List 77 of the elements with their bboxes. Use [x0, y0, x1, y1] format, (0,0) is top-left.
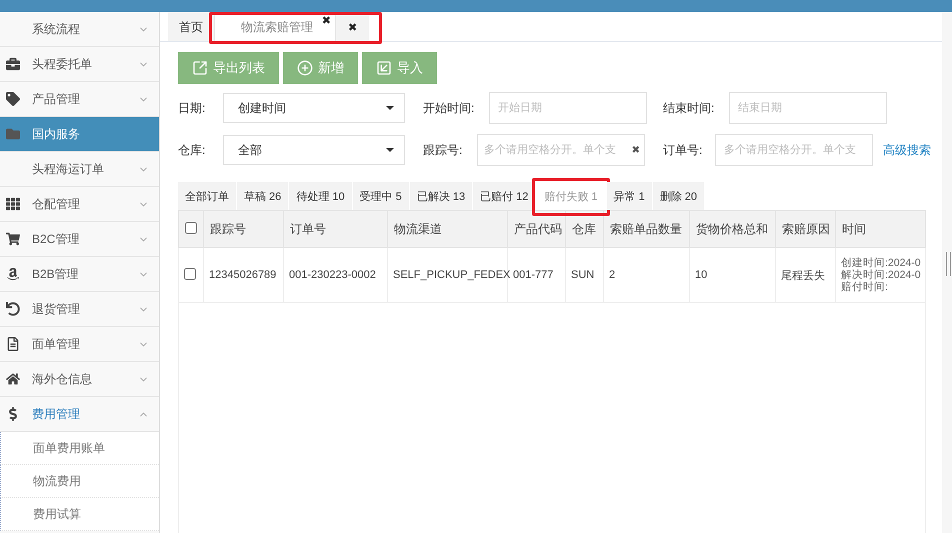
- tracking-field[interactable]: 多个请用空格分开。单个支 ✖: [477, 134, 645, 166]
- row-checkbox[interactable]: [184, 268, 196, 280]
- plus-circle-icon: [297, 60, 313, 76]
- sidebar-label: 头程海运订单: [32, 160, 105, 178]
- field-label: 仓库:: [178, 142, 206, 158]
- date-select[interactable]: 创建时间: [223, 93, 405, 123]
- time-line: 创建时间:2024-0: [841, 257, 920, 269]
- table-cell: 尾程丢失: [776, 248, 836, 302]
- header-cell: 产品代码: [508, 210, 566, 248]
- caret-icon: [386, 148, 394, 152]
- page-tab[interactable]: 物流索赔管理 ✖: [214, 12, 336, 41]
- field-label: 跟踪号:: [423, 142, 464, 158]
- tag-icon: [6, 92, 20, 106]
- status-tab[interactable]: 异常 1: [606, 182, 652, 210]
- sidebar-label: 系统流程: [32, 20, 81, 38]
- close-icon[interactable]: ✖: [322, 14, 331, 27]
- sidebar-label: 头程委托单: [32, 56, 93, 72]
- field-label: 日期:: [178, 100, 206, 116]
- sidebar-label: 面单管理: [32, 336, 81, 352]
- start-date-field[interactable]: 开始日期: [489, 92, 647, 124]
- page-tab[interactable]: 首页: [168, 12, 214, 41]
- document-icon: [6, 337, 20, 351]
- field-label: 订单号:: [663, 142, 704, 158]
- sidebar-subitem[interactable]: 面单费用账单: [0, 432, 159, 465]
- status-tab[interactable]: 删除 20: [652, 182, 704, 210]
- sidebar-label: 费用管理: [32, 406, 81, 422]
- advanced-search-link[interactable]: 高级搜索: [883, 142, 931, 158]
- dollar-icon: [6, 407, 20, 421]
- undo-icon: [6, 302, 20, 316]
- status-tab[interactable]: 待处理 10: [289, 182, 352, 210]
- table-cell: SUN: [566, 248, 604, 302]
- table-cell: 2: [604, 248, 690, 302]
- briefcase-icon: [6, 57, 20, 71]
- letter-a-icon: [6, 267, 20, 281]
- sidebar-subitem[interactable]: 费用试算: [0, 498, 159, 531]
- table-cell: 10: [690, 248, 776, 302]
- status-tab[interactable]: 草稿 26: [237, 182, 288, 210]
- header-cell: 索赔单品数量: [604, 210, 690, 248]
- sidebar-label: 产品管理: [32, 90, 81, 108]
- house-icon: [6, 372, 20, 386]
- status-tab[interactable]: 全部订单: [178, 182, 236, 210]
- header-cell: 物流渠道: [388, 210, 508, 248]
- sidebar-label: 退货管理: [32, 300, 81, 318]
- sidebar-item[interactable]: 国内服务: [0, 117, 159, 152]
- sidebar-label: B2B管理: [32, 266, 80, 282]
- cart-icon: [6, 232, 20, 246]
- time-line: 赔付时间:: [841, 281, 889, 293]
- grid-icon: [6, 197, 20, 211]
- select-all-checkbox[interactable]: [185, 222, 197, 234]
- end-date-field[interactable]: 结束日期: [729, 92, 887, 124]
- sidebar-label: B2C管理: [32, 230, 80, 248]
- table-cell: SELF_PICKUP_FEDEX: [388, 248, 508, 302]
- header-cell: 货物价格总和: [690, 210, 776, 248]
- import-icon: [376, 60, 392, 76]
- header-cell: 跟踪号: [204, 210, 284, 248]
- caret-icon: [386, 106, 394, 110]
- header-cell: 订单号: [284, 210, 388, 248]
- sidebar-label: 仓配管理: [32, 196, 81, 212]
- field-label: 结束时间:: [663, 100, 716, 116]
- sidebar-label: 海外仓信息: [32, 370, 93, 388]
- table-cell: 12345026789: [204, 248, 284, 302]
- sidebar-label: 国内服务: [32, 126, 81, 142]
- scroll-handle-icon[interactable]: [946, 252, 951, 276]
- sidebar-subitem[interactable]: 物流费用: [0, 465, 159, 498]
- header-cell: 索赔原因: [776, 210, 836, 248]
- time-line: 解决时间:2024-0: [841, 269, 920, 281]
- clear-icon[interactable]: ✖: [632, 144, 644, 156]
- export-icon: [192, 60, 208, 76]
- close-all-icon[interactable]: ✖: [336, 13, 370, 41]
- status-tab[interactable]: 已解决 13: [410, 182, 472, 210]
- header-cell: 时间: [836, 210, 926, 248]
- warehouse-select[interactable]: 全部: [223, 135, 405, 165]
- folder-icon: [6, 127, 20, 141]
- field-label: 开始时间:: [423, 100, 476, 116]
- table-cell: 001-230223-0002: [284, 248, 388, 302]
- order-field[interactable]: 多个请用空格分开。单个支: [715, 134, 873, 166]
- status-tab[interactable]: 受理中 5: [352, 182, 409, 210]
